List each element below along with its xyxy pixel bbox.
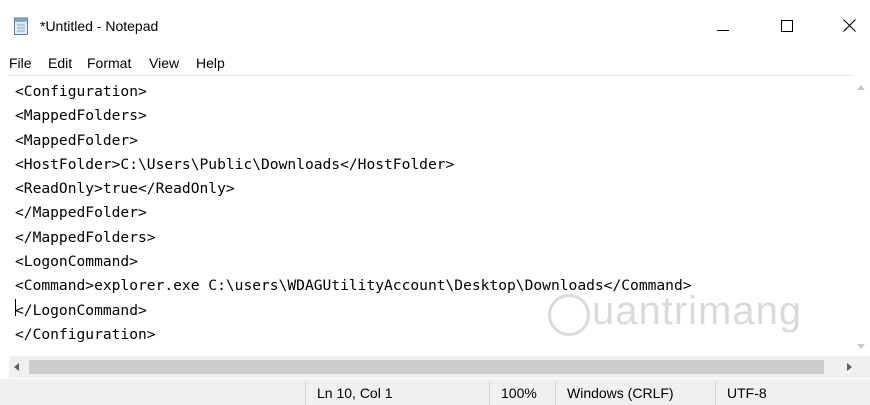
menu-view[interactable]: View (149, 55, 179, 71)
maximize-icon (781, 20, 793, 32)
notepad-window: *Untitled - Notepad File Edit Format Vie… (0, 0, 870, 405)
menu-file[interactable]: File (9, 55, 32, 71)
editor-line: <MappedFolders> (15, 107, 147, 125)
close-button[interactable] (826, 0, 870, 48)
editor-line: </Configuration> (15, 325, 156, 343)
text-caret (15, 299, 16, 316)
horizontal-scroll-thumb[interactable] (29, 360, 824, 374)
status-cursor-position: Ln 10, Col 1 (317, 385, 393, 401)
editor-line: <Command>explorer.exe C:\users\WDAGUtili… (15, 277, 692, 295)
menu-edit[interactable]: Edit (48, 55, 72, 71)
status-bar: Ln 10, Col 1 100% Windows (CRLF) UTF-8 (0, 379, 870, 405)
scroll-up-icon[interactable] (857, 85, 865, 90)
editor-line: <Configuration> (15, 83, 147, 100)
editor-line: <MappedFolder> (15, 131, 139, 149)
horizontal-scrollbar[interactable] (9, 356, 870, 378)
editor-line: <ReadOnly>true</ReadOnly> (15, 180, 235, 198)
title-bar[interactable]: *Untitled - Notepad (0, 0, 870, 48)
editor-line: </LogonCommand> (15, 301, 147, 319)
scroll-down-icon[interactable] (857, 344, 865, 349)
vertical-scrollbar[interactable] (853, 76, 870, 356)
watermark-logo-icon (548, 294, 590, 336)
status-divider (715, 381, 716, 405)
status-divider (305, 381, 306, 405)
scroll-right-icon[interactable] (847, 363, 852, 371)
maximize-button[interactable] (764, 0, 810, 48)
editor-line: <HostFolder>C:\Users\Public\Downloads</H… (15, 155, 455, 173)
status-zoom: 100% (501, 385, 537, 401)
editor-line: <LogonCommand> (15, 253, 139, 271)
status-encoding: UTF-8 (727, 385, 767, 401)
editor-line: </MappedFolder> (15, 204, 147, 222)
window-title: *Untitled - Notepad (40, 18, 159, 34)
close-icon (843, 19, 856, 32)
minimize-button[interactable] (700, 0, 746, 48)
editor-lines: <Configuration> <MappedFolders> <MappedF… (15, 80, 692, 347)
minimize-icon (717, 30, 729, 31)
menu-format[interactable]: Format (87, 55, 131, 71)
menu-help[interactable]: Help (196, 55, 225, 71)
notepad-icon (13, 17, 29, 35)
status-divider (555, 381, 556, 405)
watermark-text: uantrimang (592, 289, 803, 333)
status-line-ending: Windows (CRLF) (567, 385, 674, 401)
editor-line: </MappedFolders> (15, 228, 156, 246)
scroll-left-icon[interactable] (14, 363, 19, 371)
status-divider (489, 381, 490, 405)
